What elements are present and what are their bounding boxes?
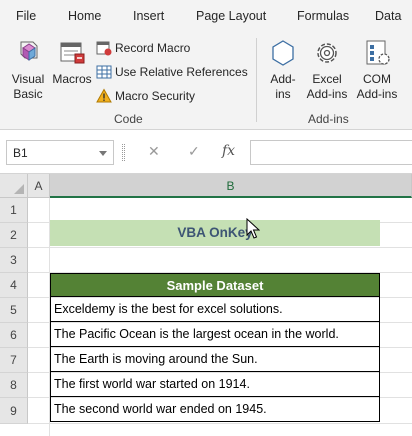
row-header-5[interactable]: 5 <box>0 298 28 323</box>
table-header[interactable]: Sample Dataset <box>50 273 380 297</box>
ribbon-developer: Visual Basic Macros Record Macro Use Rel… <box>0 32 412 130</box>
tab-formulas[interactable]: Formulas <box>297 9 349 23</box>
group-separator <box>256 38 257 122</box>
table-row[interactable]: The Earth is moving around the Sun. <box>50 347 380 372</box>
com-add-ins-label-line2: Add-ins <box>356 87 398 101</box>
table-row[interactable]: Exceldemy is the best for excel solution… <box>50 297 380 322</box>
code-group-label: Code <box>114 112 143 126</box>
formula-bar: B1 ✕ ✓ fx <box>0 130 412 174</box>
chevron-down-icon[interactable] <box>99 151 107 156</box>
select-all-button[interactable] <box>0 174 28 198</box>
macros-button[interactable]: Macros <box>52 38 92 87</box>
row-header-2[interactable]: 2 <box>0 223 28 248</box>
row-gridline <box>28 247 412 248</box>
add-ins-label-line2: ins <box>275 87 291 101</box>
row-header-7[interactable]: 7 <box>0 348 28 373</box>
record-macro-label: Record Macro <box>115 41 191 55</box>
tab-file[interactable]: File <box>16 9 36 23</box>
use-relative-references-button[interactable]: Use Relative References <box>96 62 248 82</box>
add-ins-label-line1: Add- <box>270 72 296 86</box>
enter-icon[interactable]: ✓ <box>188 143 200 160</box>
warning-icon <box>96 88 112 103</box>
visual-basic-button[interactable]: Visual Basic <box>8 38 48 102</box>
row-header-8[interactable]: 8 <box>0 373 28 398</box>
macro-security-button[interactable]: Macro Security <box>96 86 195 106</box>
mouse-cursor-icon <box>246 218 260 239</box>
formula-input[interactable] <box>250 140 412 165</box>
use-relative-references-label: Use Relative References <box>115 65 248 79</box>
row-header-6[interactable]: 6 <box>0 323 28 348</box>
row-header-4[interactable]: 4 <box>0 273 28 298</box>
column-header-b[interactable]: B <box>50 174 412 198</box>
tab-data[interactable]: Data <box>375 9 401 23</box>
record-macro-button[interactable]: Record Macro <box>96 38 190 58</box>
macro-security-label: Macro Security <box>115 89 196 103</box>
formula-bar-splitter[interactable] <box>122 144 125 161</box>
add-ins-icon <box>272 40 294 66</box>
tab-insert[interactable]: Insert <box>133 9 164 23</box>
macros-label: Macros <box>52 72 92 86</box>
com-add-ins-icon <box>366 40 390 65</box>
tab-page-layout[interactable]: Page Layout <box>196 9 266 23</box>
com-add-ins-button[interactable]: COM Add-ins <box>352 38 402 102</box>
table-row[interactable]: The Pacific Ocean is the largest ocean i… <box>50 322 380 347</box>
row-gridline <box>28 423 412 424</box>
table-row[interactable]: The second world war ended on 1945. <box>50 397 380 422</box>
add-ins-group-label: Add-ins <box>308 112 349 126</box>
visual-basic-label-line1: Visual <box>11 72 45 86</box>
visual-basic-label-line2: Basic <box>13 87 43 101</box>
visual-basic-icon <box>20 41 38 61</box>
worksheet-grid: A B 1 2 3 4 5 6 7 8 9 VBA OnKey Sample D… <box>0 174 412 436</box>
relative-references-icon <box>96 65 112 79</box>
gear-icon <box>317 43 337 63</box>
excel-add-ins-button[interactable]: Excel Add-ins <box>302 38 352 102</box>
row-header-3[interactable]: 3 <box>0 248 28 273</box>
macros-icon <box>60 42 85 64</box>
add-ins-button[interactable]: Add- ins <box>266 38 300 102</box>
record-macro-icon <box>96 41 112 56</box>
table-row[interactable]: The first world war started on 1914. <box>50 372 380 397</box>
column-header-a[interactable]: A <box>28 174 50 198</box>
row-header-9[interactable]: 9 <box>0 398 28 424</box>
tab-home[interactable]: Home <box>68 9 101 23</box>
cancel-icon[interactable]: ✕ <box>148 143 160 160</box>
select-all-icon <box>14 184 24 194</box>
ribbon-tab-bar: File Home Insert Page Layout Formulas Da… <box>0 0 412 32</box>
column-a-gridline <box>28 198 50 436</box>
com-add-ins-label-line1: COM <box>363 72 391 86</box>
row-header-1[interactable]: 1 <box>0 198 28 223</box>
title-cell[interactable]: VBA OnKey <box>50 220 380 246</box>
excel-add-ins-label-line2: Add-ins <box>306 87 348 101</box>
name-box[interactable]: B1 <box>6 140 114 165</box>
name-box-value: B1 <box>13 146 28 160</box>
excel-add-ins-label-line1: Excel <box>312 72 342 86</box>
insert-function-icon[interactable]: fx <box>222 143 235 159</box>
sample-dataset-table: Sample Dataset Exceldemy is the best for… <box>50 273 380 422</box>
